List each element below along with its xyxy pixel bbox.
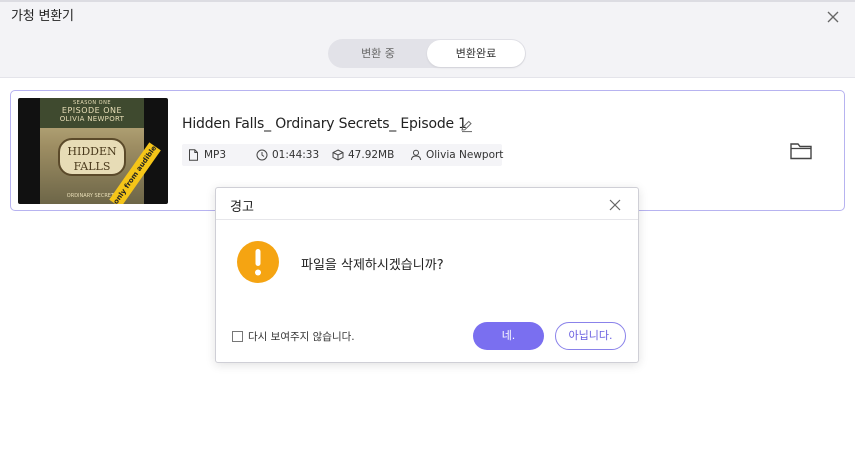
tab-converted[interactable]: 변환완료 [427,40,525,67]
warning-icon [236,240,280,284]
clock-icon [256,149,268,161]
cover-title-line1: HIDDEN [67,145,117,158]
file-meta: MP3 01:44:33 47.92MB Olivia Newport [182,144,504,166]
header-bar: 가청 변환기 변환 중 변환완료 [0,0,855,78]
file-icon [189,149,198,161]
cover-episode: EPISODE ONE [61,106,123,115]
album-cover: SEASON ONE EPISODE ONE OLIVIA NEWPORT HI… [18,98,168,204]
dont-show-again-label[interactable]: 다시 보여주지 않습니다. [248,329,355,344]
file-title: Hidden Falls_ Ordinary Secrets_ Episode … [182,116,467,132]
size-value: 47.92MB [348,149,395,161]
cover-title-sign: HIDDEN FALLS [58,138,126,176]
tab-switcher: 변환 중 변환완료 [328,39,526,68]
dialog-message: 파일을 삭제하시겠습니까? [301,258,444,273]
cover-season: SEASON ONE [72,100,112,106]
edit-pencil-icon[interactable] [460,118,474,133]
cover-title-line2: FALLS [73,160,111,173]
no-button[interactable]: 아닙니다. [555,322,626,350]
close-icon[interactable] [824,8,842,26]
box-icon [332,149,344,161]
duration-value: 01:44:33 [272,149,320,161]
dialog-close-icon[interactable] [608,197,622,211]
person-icon [411,149,421,161]
window-top-border [0,0,855,2]
app-title: 가청 변환기 [11,9,74,24]
dialog-divider [216,219,638,220]
tab-converting[interactable]: 변환 중 [329,40,427,67]
delete-confirm-dialog: 경고 파일을 삭제하시겠습니까? 다시 보여주지 않습니다. 네. 아닙니다. [215,187,639,363]
yes-button[interactable]: 네. [473,322,544,350]
author-value: Olivia Newport [426,149,504,161]
format-value: MP3 [204,149,227,161]
folder-icon[interactable] [790,142,812,160]
cover-author: OLIVIA NEWPORT [59,115,125,123]
dialog-title: 경고 [230,200,254,215]
dont-show-again-checkbox[interactable] [232,331,243,342]
cover-header: SEASON ONE EPISODE ONE OLIVIA NEWPORT [40,98,144,128]
